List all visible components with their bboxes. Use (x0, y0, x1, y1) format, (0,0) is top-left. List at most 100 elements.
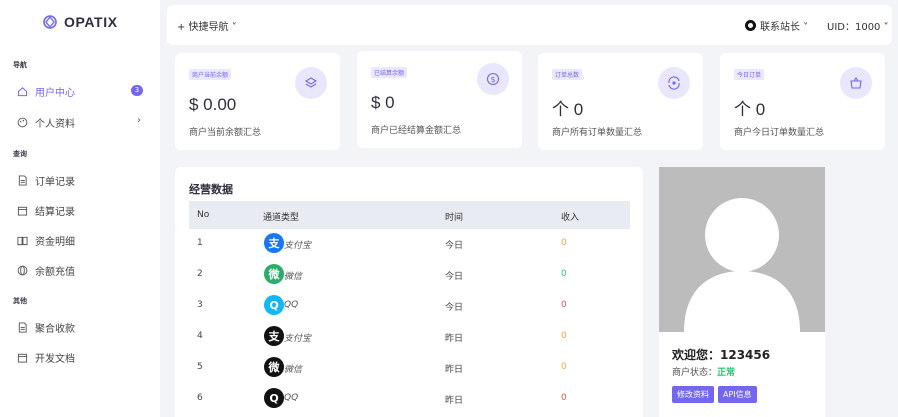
stat-card-settled: 已结算余额 $ 0 商户已经结算金额汇总 $ (357, 51, 522, 148)
sidebar-item-label: 开发文档 (35, 353, 75, 365)
sidebar-item-dev-docs[interactable]: 开发文档 (17, 348, 147, 366)
calendar-icon (17, 206, 28, 216)
sidebar-item-profile[interactable]: 个人资料 › (17, 113, 147, 131)
quick-nav-dropdown[interactable]: + 快捷导航 ˅ (177, 18, 237, 33)
section-label-other: 其他 (13, 297, 27, 305)
table-row: 3 Q QQ 今日 0 (189, 291, 630, 321)
cell-income: 0 (561, 331, 567, 341)
stat-card-total-orders: 订单总数 个 0 商户所有订单数量汇总 (538, 53, 703, 150)
column-header-no: No (197, 210, 210, 220)
cell-channel: 微信 (284, 365, 303, 375)
sidebar-item-label: 用户中心 (35, 87, 75, 99)
stat-badge: 订单总数 (552, 69, 583, 80)
stat-badge: 商户当前余额 (189, 69, 232, 80)
stat-badge: 已结算余额 (371, 67, 408, 78)
cell-time: 昨日 (445, 396, 464, 406)
cell-channel: 微信 (284, 272, 303, 282)
file-icon (18, 174, 27, 186)
cell-time: 今日 (445, 303, 464, 313)
payment-channel-icon: 支 (264, 233, 284, 253)
brand[interactable]: OPATIX (43, 14, 118, 30)
cell-no: 5 (197, 362, 203, 372)
api-info-button[interactable]: API信息 (718, 386, 757, 403)
column-header-channel: 通道类型 (263, 213, 300, 223)
cell-time: 今日 (445, 241, 464, 251)
sidebar: OPATIX 导航 用户中心 3 个人资料 › 查询 订单记录 结算记录 资金明… (0, 0, 160, 417)
stat-card-today-orders: 今日订单 个 0 商户今日订单数量汇总 (720, 53, 885, 150)
payment-channel-icon: 微 (264, 357, 284, 377)
contact-label: 联系站长 ˅ (760, 22, 809, 33)
sidebar-item-aggregate-payment[interactable]: 聚合收款 (17, 318, 147, 336)
sidebar-item-recharge[interactable]: 余额充值 (17, 261, 147, 279)
layers-icon (295, 67, 327, 99)
chevron-right-icon: › (137, 115, 141, 126)
home-icon (17, 86, 28, 96)
stat-card-balance: 商户当前余额 $ 0.00 商户当前余额汇总 (175, 53, 340, 150)
cell-channel: 支付宝 (284, 334, 312, 344)
status-value: 正常 (717, 368, 736, 378)
uid-dropdown[interactable]: UID：1000 ˅ (827, 18, 889, 33)
sidebar-item-orders[interactable]: 订单记录 (17, 171, 147, 189)
welcome-text: 欢迎您：123456 (672, 348, 771, 362)
merchant-status: 商户状态：正常 (672, 365, 735, 378)
stat-value: 个 0 (734, 100, 766, 119)
table-row: 4 支支付宝 昨日 0 (189, 322, 630, 352)
cell-income: 0 (561, 300, 567, 310)
cell-channel: 支付宝 (284, 241, 312, 251)
cell-time: 昨日 (445, 365, 464, 375)
sidebar-item-funds[interactable]: 资金明细 (17, 231, 147, 249)
brand-name: OPATIX (64, 14, 118, 30)
stat-value: $ 0 (371, 93, 395, 112)
sidebar-item-label: 余额充值 (35, 266, 75, 278)
cell-no: 1 (197, 238, 203, 248)
sidebar-item-user-center[interactable]: 用户中心 3 (17, 82, 147, 100)
table-row: 5 微微信 昨日 0 (189, 353, 630, 383)
edit-profile-button[interactable]: 修改资料 (672, 386, 714, 403)
table-title: 经营数据 (189, 183, 233, 196)
cell-income: 0 (561, 238, 567, 248)
sidebar-item-label: 结算记录 (35, 206, 75, 218)
cell-no: 6 (197, 393, 203, 403)
calendar-icon (17, 353, 28, 363)
top-bar: + 快捷导航 ˅ 联系站长 ˅ UID：1000 ˅ (167, 5, 892, 45)
cell-time: 昨日 (445, 334, 464, 344)
cell-income: 0 (561, 269, 567, 279)
section-label-nav: 导航 (13, 61, 27, 69)
cell-time: 今日 (445, 272, 464, 282)
cell-no: 2 (197, 269, 203, 279)
payment-channel-icon: Q (264, 388, 284, 408)
refresh-eye-icon (658, 67, 690, 99)
cell-channel: QQ (284, 393, 299, 403)
cell-no: 4 (197, 331, 203, 341)
palette-icon (17, 117, 28, 127)
stat-description: 商户已经结算金额汇总 (371, 126, 462, 136)
column-header-time: 时间 (445, 213, 464, 223)
stat-description: 商户所有订单数量汇总 (552, 128, 643, 138)
stat-badge: 今日订单 (734, 69, 765, 80)
logo-icon (43, 15, 57, 29)
stat-description: 商户今日订单数量汇总 (734, 128, 825, 138)
file-icon (18, 321, 27, 333)
column-header-income: 收入 (561, 213, 580, 223)
sidebar-item-label: 个人资料 (35, 118, 75, 130)
stat-description: 商户当前余额汇总 (189, 128, 262, 138)
cell-no: 3 (197, 300, 203, 310)
business-data-card: 经营数据 No 通道类型 时间 收入 1 支支付宝 今日 0 2 微微信 今日 0 3 Q QQ 今日… (175, 167, 643, 417)
contact-admin-dropdown[interactable]: 联系站长 ˅ (745, 18, 808, 33)
notification-badge: 3 (131, 85, 143, 96)
globe-icon (17, 265, 28, 275)
section-label-query: 查询 (13, 150, 27, 158)
stat-value: 个 0 (552, 100, 584, 119)
payment-channel-icon: 微 (264, 264, 284, 284)
status-label: 商户状态： (672, 368, 718, 378)
profile-card: 欢迎您：123456 商户状态：正常 修改资料 API信息 (659, 332, 825, 417)
table-row: 6 Q QQ 昨日 0 (189, 384, 630, 414)
cell-channel: QQ (284, 300, 299, 310)
basket-icon (840, 67, 872, 99)
sidebar-item-settlements[interactable]: 结算记录 (17, 201, 147, 219)
contact-icon (745, 20, 756, 31)
table-header: No 通道类型 时间 收入 (189, 201, 630, 229)
payment-channel-icon: 支 (264, 326, 284, 346)
cell-income: 0 (561, 362, 567, 372)
stat-value: $ 0.00 (189, 95, 237, 114)
